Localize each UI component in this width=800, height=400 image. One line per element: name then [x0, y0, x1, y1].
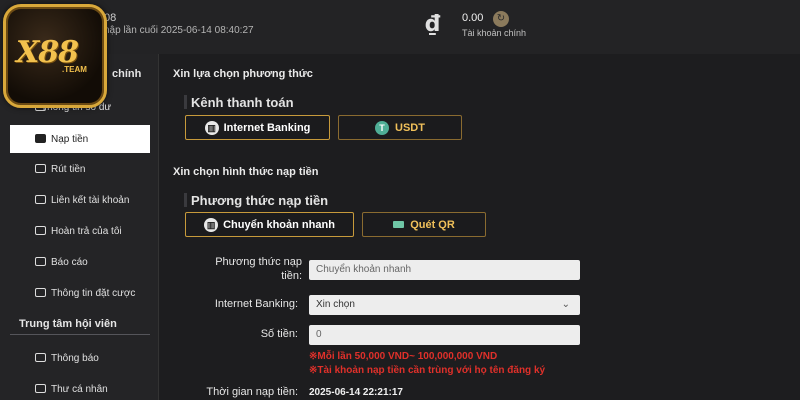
section-marker: [184, 193, 187, 207]
method-fast-transfer-button[interactable]: ▥ Chuyển khoản nhanh: [185, 212, 354, 237]
report-icon: [35, 257, 46, 266]
chevron-down-icon: ⌄: [561, 299, 570, 310]
bank-select[interactable]: Xin chọn ⌄: [309, 295, 580, 315]
method-field: Chuyển khoản nhanh: [309, 260, 580, 280]
payment-channel-title: Kênh thanh toán: [191, 95, 294, 110]
mail-icon: [35, 384, 46, 393]
sidebar-item-label: Thư cá nhân: [51, 383, 108, 395]
sidebar-item-label: Rút tiền: [51, 163, 86, 175]
name-match-note: ※Tài khoản nạp tiền cần trùng với họ tên…: [309, 365, 546, 376]
sidebar-item-label: Hoàn trả của tôi: [51, 225, 122, 237]
notification-icon: [35, 353, 46, 362]
refund-icon: [35, 226, 46, 235]
qr-icon: [393, 221, 405, 228]
channel-label: Internet Banking: [223, 121, 311, 134]
last-login-text: nập lần cuối 2025-06-14 08:40:27: [104, 25, 254, 36]
choose-method-heading: Xin lựa chọn phương thức: [173, 68, 313, 80]
method-label-line1: Phương thức nạp: [215, 256, 302, 268]
refresh-icon[interactable]: ↻: [493, 11, 509, 27]
sidebar-item-label: Báo cáo: [51, 256, 88, 268]
sidebar-item-report[interactable]: Báo cáo: [10, 248, 150, 276]
deposit-icon: [35, 134, 46, 143]
choose-deposit-heading: Xin chọn hình thức nạp tiền: [173, 166, 319, 178]
brand-logo[interactable]: X88 .TEAM: [3, 4, 107, 108]
sidebar-item-label: Liên kết tài khoản: [51, 194, 130, 206]
bank-icon: ▥: [204, 217, 219, 232]
member-center-title: Trung tâm hội viên: [19, 318, 117, 330]
sidebar-item-label: Thông tin đặt cược: [51, 287, 136, 299]
balance-value: 0.00: [462, 12, 484, 24]
sidebar-item-label: Nạp tiền: [51, 133, 89, 145]
sidebar-item-refund[interactable]: Hoàn trả của tôi: [10, 217, 150, 245]
card-icon: [35, 195, 46, 204]
channel-usdt-button[interactable]: T USDT: [338, 115, 462, 140]
method-label: Phương thức nạp tiền:: [190, 256, 302, 282]
sidebar-item-deposit[interactable]: Nạp tiền: [10, 125, 150, 153]
channel-label: USDT: [395, 121, 425, 134]
bet-icon: [35, 288, 46, 297]
sidebar-item-withdraw[interactable]: Rút tiền: [10, 155, 150, 183]
method-label-line2: tiền:: [281, 270, 302, 282]
withdraw-icon: [35, 164, 46, 173]
top-bar: 08 nập lần cuối 2025-06-14 08:40:27 ₫ 0.…: [0, 0, 800, 54]
bank-label: Internet Banking:: [214, 298, 298, 310]
method-label: Quét QR: [410, 218, 455, 231]
bank-select-value: Xin chọn: [316, 299, 355, 310]
sidebar-item-mail[interactable]: Thư cá nhân: [10, 375, 150, 400]
usdt-icon: T: [375, 120, 390, 135]
channel-internet-banking-button[interactable]: ▥ Internet Banking: [185, 115, 330, 140]
divider: [10, 334, 150, 335]
sidebar-section-title: chính: [112, 68, 142, 80]
deposit-method-title: Phương thức nạp tiền: [191, 193, 329, 208]
sidebar-item-notifications[interactable]: Thông báo: [10, 344, 150, 372]
time-label: Thời gian nạp tiền:: [206, 386, 298, 398]
dong-sign-icon: ₫: [425, 12, 441, 37]
section-marker: [184, 95, 187, 109]
method-qr-button[interactable]: Quét QR: [362, 212, 486, 237]
deposit-limit-note: ※Mỗi lần 50,000 VND~ 100,000,000 VND: [309, 351, 498, 362]
time-value: 2025-06-14 22:21:17: [309, 387, 403, 398]
method-label: Chuyển khoản nhanh: [223, 218, 335, 231]
sidebar-item-bet-info[interactable]: Thông tin đặt cược: [10, 279, 150, 307]
balance-label: Tài khoản chính: [462, 28, 527, 38]
sidebar-item-link-account[interactable]: Liên kết tài khoản: [10, 186, 150, 214]
amount-label: Số tiền:: [260, 328, 298, 340]
bank-icon: ▥: [204, 120, 219, 135]
sidebar-item-label: Thông báo: [51, 352, 99, 364]
amount-input[interactable]: 0: [309, 325, 580, 345]
logo-subtext: .TEAM: [62, 65, 87, 74]
